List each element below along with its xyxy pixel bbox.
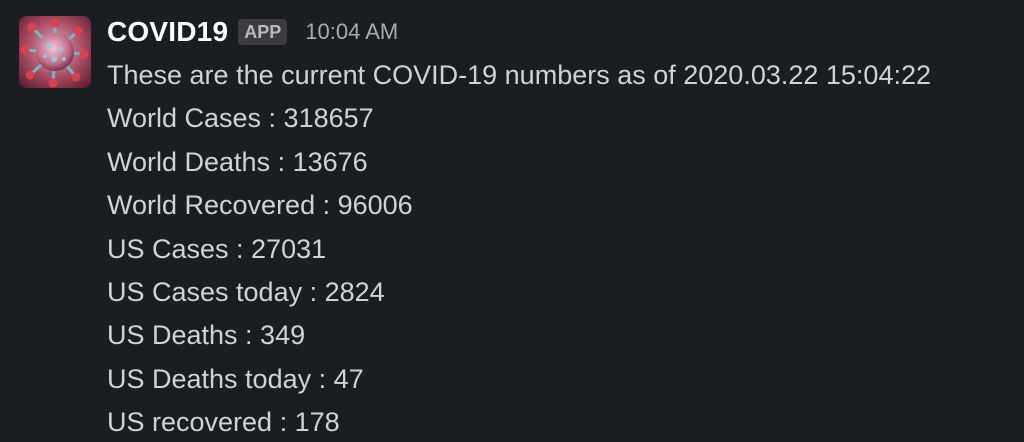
stat-line: US Cases : 27031 [107,233,327,264]
coronavirus-avatar-icon[interactable] [19,16,91,88]
stat-line: World Cases : 318657 [107,103,374,134]
message-body: These are the current COVID-19 numbers a… [107,54,1017,442]
stat-line: US Cases today : 2824 [107,277,385,308]
message-intro: These are the current COVID-19 numbers a… [107,60,931,90]
stat-line: World Recovered : 96006 [107,190,413,221]
stat-line: US Deaths : 349 [107,320,306,351]
sender-name[interactable]: COVID19 [107,16,228,48]
stat-line: US Deaths today : 47 [107,363,364,394]
stat-line: World Deaths : 13676 [107,146,368,177]
app-badge: APP [238,19,288,45]
message-header: COVID19 APP 10:04 AM [107,10,398,54]
stat-line: US recovered : 178 [107,407,340,438]
message-timestamp[interactable]: 10:04 AM [305,19,398,45]
chat-message: COVID19 APP 10:04 AM These are the curre… [0,0,1024,442]
